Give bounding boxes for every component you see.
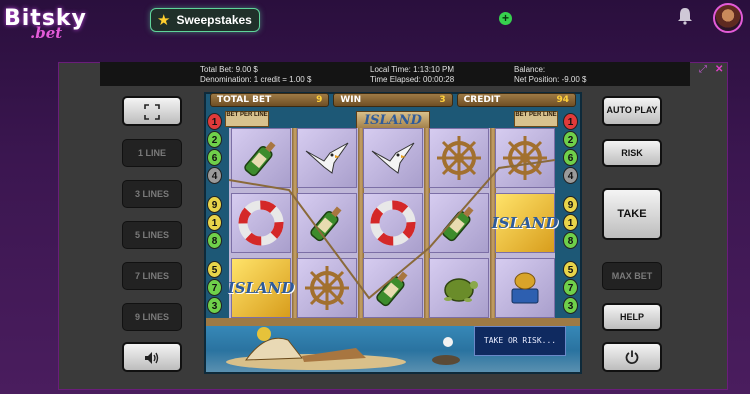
credit-value: 94 [556, 95, 569, 105]
close-icon[interactable]: ✕ [715, 64, 723, 75]
line-number[interactable]: 7 [207, 279, 222, 296]
time-elapsed-text: Time Elapsed: 00:00:28 [370, 75, 455, 84]
sound-button[interactable] [122, 342, 182, 372]
line-number[interactable]: 1 [563, 214, 578, 231]
help-button[interactable]: HELP [602, 303, 662, 331]
lines-7-button[interactable]: 7 LINES [122, 262, 182, 290]
bet-per-line-left: BET PER LINE [225, 111, 269, 127]
slot-header: TOTAL BET 9 WIN 3 CREDIT 94 [206, 93, 580, 109]
power-button[interactable] [602, 342, 662, 372]
line-number[interactable]: 6 [563, 149, 578, 166]
local-time-text: Local Time: 1:13:10 PM [370, 65, 455, 74]
payline-overlay [229, 159, 555, 300]
net-position-text: Net Position: -9.00 $ [514, 75, 587, 84]
line-number[interactable]: 4 [207, 167, 222, 184]
line-number[interactable]: 5 [207, 261, 222, 278]
line-number[interactable]: 9 [563, 196, 578, 213]
speaker-icon [145, 352, 159, 364]
fullscreen-button[interactable] [122, 96, 182, 126]
total-bet-text: Total Bet: 9.00 $ [200, 65, 258, 74]
line-number[interactable]: 3 [207, 297, 222, 314]
auto-play-button[interactable]: AUTO PLAY [602, 96, 662, 126]
star-icon: ★ [157, 12, 171, 29]
take-button[interactable]: TAKE [602, 188, 662, 240]
lines-9-button[interactable]: 9 LINES [122, 303, 182, 331]
brand-logo-sub: .bet [30, 24, 63, 42]
bell-icon[interactable] [677, 7, 693, 25]
win-value: 3 [439, 95, 446, 105]
line-number[interactable]: 3 [563, 297, 578, 314]
line-number[interactable]: 8 [207, 232, 222, 249]
line-number[interactable]: 9 [207, 196, 222, 213]
line-number[interactable]: 4 [563, 167, 578, 184]
line-number[interactable]: 1 [207, 113, 222, 130]
total-bet-value: 9 [316, 95, 323, 105]
max-bet-button[interactable]: MAX BET [602, 262, 662, 290]
fullscreen-icon [144, 104, 160, 120]
top-bar: Bitsky .bet ★ Sweepstakes + [0, 0, 750, 44]
line-number[interactable]: 2 [563, 131, 578, 148]
game-title: ISLAND [356, 111, 430, 129]
risk-button[interactable]: RISK [602, 139, 662, 167]
lines-3-button[interactable]: 3 LINES [122, 180, 182, 208]
win-display: WIN 3 [333, 93, 453, 107]
plus-icon[interactable]: + [499, 12, 512, 25]
line-number[interactable]: 1 [207, 214, 222, 231]
line-number[interactable]: 5 [563, 261, 578, 278]
line-number[interactable]: 1 [563, 113, 578, 130]
power-icon [625, 350, 639, 364]
bet-per-line-right: BET PER LINE [514, 111, 558, 127]
sweepstakes-label: Sweepstakes [176, 13, 252, 27]
line-number[interactable]: 2 [207, 131, 222, 148]
sweepstakes-button[interactable]: ★ Sweepstakes [150, 8, 260, 32]
balance-text: Balance: [514, 65, 546, 74]
avatar[interactable] [713, 3, 743, 33]
line-number[interactable]: 7 [563, 279, 578, 296]
lines-5-button[interactable]: 5 LINES [122, 221, 182, 249]
total-bet-display: TOTAL BET 9 [210, 93, 330, 107]
credit-display: CREDIT 94 [456, 93, 576, 107]
expand-icon[interactable]: ⤢ [699, 64, 707, 75]
lines-1-button[interactable]: 1 LINE [122, 139, 182, 167]
info-bar: Total Bet: 9.00 $ Denomination: 1 credit… [100, 62, 690, 86]
line-number[interactable]: 8 [563, 232, 578, 249]
line-number[interactable]: 6 [207, 149, 222, 166]
take-or-risk-message: TAKE OR RISK... [474, 326, 566, 356]
denomination-text: Denomination: 1 credit = 1.00 $ [200, 75, 312, 84]
